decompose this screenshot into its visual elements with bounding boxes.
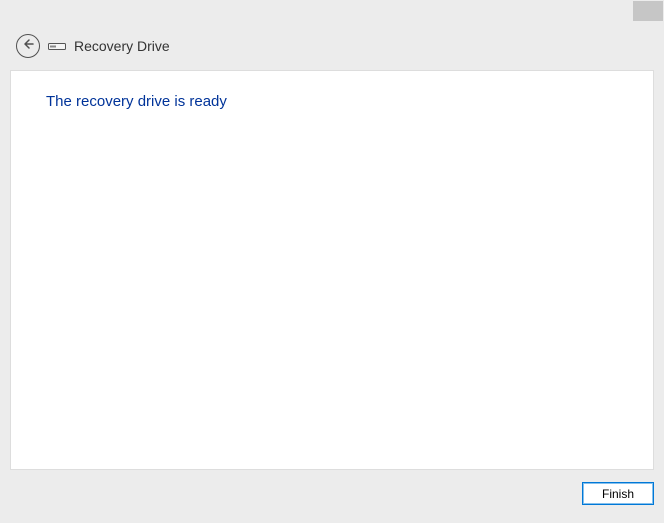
close-button[interactable] [633,1,663,21]
page-heading: The recovery drive is ready [46,93,618,110]
footer: Finish [0,470,664,505]
wizard-header: Recovery Drive [0,26,664,70]
drive-icon [48,41,66,51]
finish-button[interactable]: Finish [582,482,654,505]
arrow-left-icon [22,37,34,55]
titlebar [0,0,664,26]
wizard-title: Recovery Drive [74,38,170,54]
content-panel: The recovery drive is ready [10,70,654,470]
back-button[interactable] [16,34,40,58]
